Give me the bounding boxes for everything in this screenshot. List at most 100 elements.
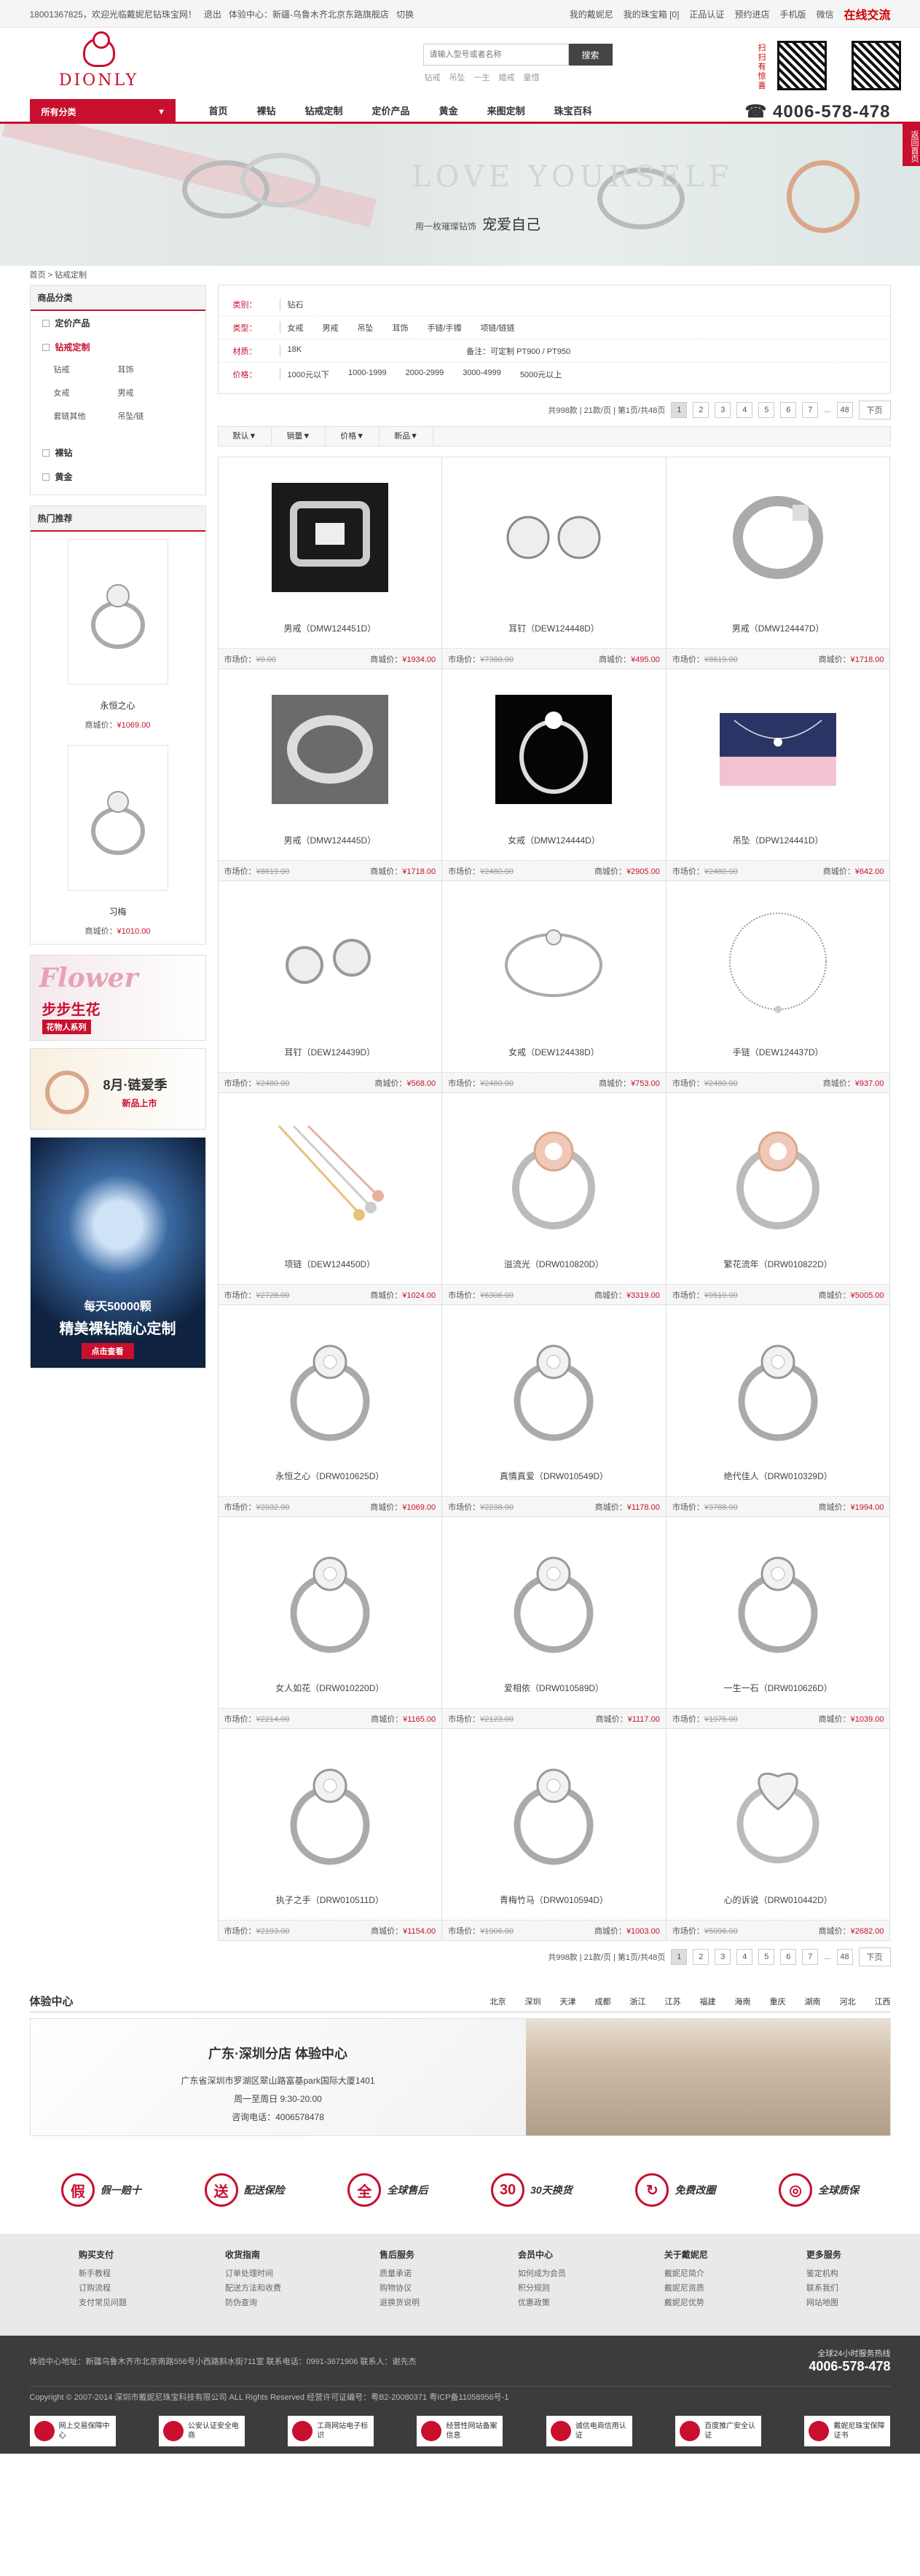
help-link[interactable]: 网站地图 [806,2296,841,2310]
product-name[interactable]: 繁花流年（DRW010822D） [667,1253,890,1275]
product-card[interactable]: 心的诉说（DRW010442D） 市场价：¥5096.00 商城价：¥2682.00 [666,1729,891,1941]
city-tab[interactable]: 湖南 [805,1996,821,2007]
product-image[interactable] [442,1305,666,1465]
back-home-badge[interactable]: 返回首页 [903,124,920,166]
product-image[interactable] [667,1517,890,1677]
city-tab[interactable]: 重庆 [770,1996,786,2007]
page-number[interactable]: 1 [671,402,688,418]
promo-banner[interactable]: 8月·链爱季 新品上市 [29,1048,206,1130]
filter-option[interactable]: 女戒 [288,322,304,334]
hot-keyword[interactable]: 吊坠 [449,71,465,83]
product-card[interactable]: 一生一石（DRW010626D） 市场价：¥1975.00 商城价：¥1039.00 [666,1517,891,1729]
product-name[interactable]: 一生一石（DRW010626D） [667,1677,890,1699]
hot-keyword[interactable]: 童惜 [524,71,540,83]
product-image[interactable] [667,669,890,830]
product-name[interactable]: 青梅竹马（DRW010594D） [442,1889,666,1911]
help-link[interactable]: 支付常见问题 [79,2296,127,2310]
page-number[interactable]: 7 [802,402,819,418]
product-image[interactable] [667,1093,890,1253]
subcategory-item[interactable]: 男戒 [118,387,182,398]
product-card[interactable]: 男戒（DMW124451D） 市场价：¥0.00 商城价：¥1934.00 [218,457,443,669]
product-image[interactable] [219,1093,442,1253]
hot-keyword[interactable]: 一生 [474,71,490,83]
product-name[interactable]: 女人如花（DRW010220D） [219,1677,442,1699]
product-image[interactable] [442,1729,666,1889]
product-image[interactable] [667,457,890,618]
page-number[interactable]: 6 [780,1949,797,1965]
filter-option[interactable]: 1000元以下 [288,369,329,380]
product-image[interactable] [442,881,666,1041]
product-card[interactable]: 爱相依（DRW010589D） 市场价：¥2123.00 商城价：¥1117.00 [442,1517,667,1729]
page-number[interactable]: 5 [758,402,775,418]
sort-default[interactable]: 默认▼ [219,426,272,446]
help-link[interactable]: 防伪查询 [225,2296,281,2310]
product-name[interactable]: 爱相依（DRW010589D） [442,1677,666,1699]
help-link[interactable]: 质量承诺 [380,2266,420,2281]
trust-badge[interactable]: 公安认证安全电商 [158,2416,245,2446]
subcategory-item[interactable]: 女戒 [54,387,118,398]
city-tab[interactable]: 福建 [700,1996,716,2007]
category-item[interactable]: 黄金 [31,465,205,489]
promo-banner[interactable]: 每天50000颗 精美裸钻随心定制 点击查看 [29,1137,206,1368]
product-name[interactable]: 心的诉说（DRW010442D） [667,1889,890,1911]
product-image[interactable] [667,1729,890,1889]
help-link[interactable]: 优惠政策 [518,2296,566,2310]
help-link[interactable]: 购物协议 [380,2281,420,2296]
help-link[interactable]: 退换货说明 [380,2296,420,2310]
page-number[interactable]: 4 [736,402,753,418]
switch-link[interactable]: 切换 [396,8,414,20]
product-card[interactable]: 执子之手（DRW010511D） 市场价：¥2193.00 商城价：¥1154.00 [218,1729,443,1941]
product-image[interactable] [442,457,666,618]
product-name[interactable]: 手链（DEW124437D） [667,1041,890,1063]
promo-banner[interactable]: Flower 步步生花 花物人系列 [29,955,206,1041]
help-link[interactable]: 戴妮尼简介 [664,2266,708,2281]
trust-badge[interactable]: 网上交易保障中心 [29,2416,116,2446]
help-link[interactable]: 如何成为会员 [518,2266,566,2281]
trust-badge[interactable]: 百度推广安全认证 [675,2416,762,2446]
product-image[interactable] [219,457,442,618]
help-link[interactable]: 联系我们 [806,2281,841,2296]
product-image[interactable] [219,1305,442,1465]
trust-badge[interactable]: 经营性网站备案信息 [417,2416,503,2446]
city-tab[interactable]: 北京 [490,1996,506,2007]
filter-option[interactable]: 18K [288,345,302,357]
product-name[interactable]: 耳钉（DEW124448D） [442,618,666,639]
product-name[interactable]: 真情真爱（DRW010549D） [442,1465,666,1487]
product-card[interactable]: 繁花流年（DRW010822D） 市场价：¥9510.00 商城价：¥5005.00 [666,1093,891,1305]
page-number[interactable]: 5 [758,1949,775,1965]
product-card[interactable]: 青梅竹马（DRW010594D） 市场价：¥1906.00 商城价：¥1003.00 [442,1729,667,1941]
logo[interactable]: DIONLY [59,31,139,90]
filter-option[interactable]: 吊坠 [358,322,374,334]
product-card[interactable]: 男戒（DMW124447D） 市场价：¥8619.00 商城价：¥1718.00 [666,457,891,669]
mobile-link[interactable]: 手机版 [779,8,806,20]
page-number[interactable]: 1 [671,1949,688,1965]
product-card[interactable]: 男戒（DMW124445D） 市场价：¥8619.00 商城价：¥1718.00 [218,669,443,881]
product-name[interactable]: 执子之手（DRW010511D） [219,1889,442,1911]
sort-sales[interactable]: 销量▼ [272,426,326,446]
filter-option[interactable]: 5000元以上 [520,369,562,380]
category-item[interactable]: 钻戒定制 [31,335,205,359]
nav-item-fixed-price[interactable]: 定价产品 [358,99,425,124]
city-tab[interactable]: 深圳 [525,1996,541,2007]
product-card[interactable]: 女戒（DMW124444D） 市场价：¥2480.00 商城价：¥2905.00 [442,669,667,881]
hot-product[interactable]: 习梅 商城价：¥1010.00 [31,738,205,944]
product-card[interactable]: 耳钉（DEW124439D） 市场价：¥2480.00 商城价：¥568.00 [218,881,443,1093]
product-image[interactable] [667,881,890,1041]
help-link[interactable]: 积分规则 [518,2281,566,2296]
page-number[interactable]: 2 [693,402,709,418]
page-number[interactable]: 6 [780,402,797,418]
product-image[interactable] [219,669,442,830]
filter-option[interactable]: 项链/链链 [481,322,515,334]
product-card[interactable]: 耳钉（DEW124448D） 市场价：¥7380.00 商城价：¥495.00 [442,457,667,669]
subcategory-item[interactable]: 吊坠/链 [118,410,182,422]
promo-button[interactable]: 点击查看 [81,1343,134,1359]
product-name[interactable]: 男戒（DMW124451D） [219,618,442,639]
product-name[interactable]: 女戒（DEW124438D） [442,1041,666,1063]
help-link[interactable]: 订购流程 [79,2281,127,2296]
nav-item-home[interactable]: 首页 [194,99,243,124]
nav-item-gold[interactable]: 黄金 [425,99,473,124]
product-name[interactable]: 男戒（DMW124445D） [219,830,442,851]
filter-option[interactable]: 耳饰 [393,322,409,334]
search-button[interactable]: 搜索 [568,44,613,66]
page-number[interactable]: 3 [715,1949,731,1965]
